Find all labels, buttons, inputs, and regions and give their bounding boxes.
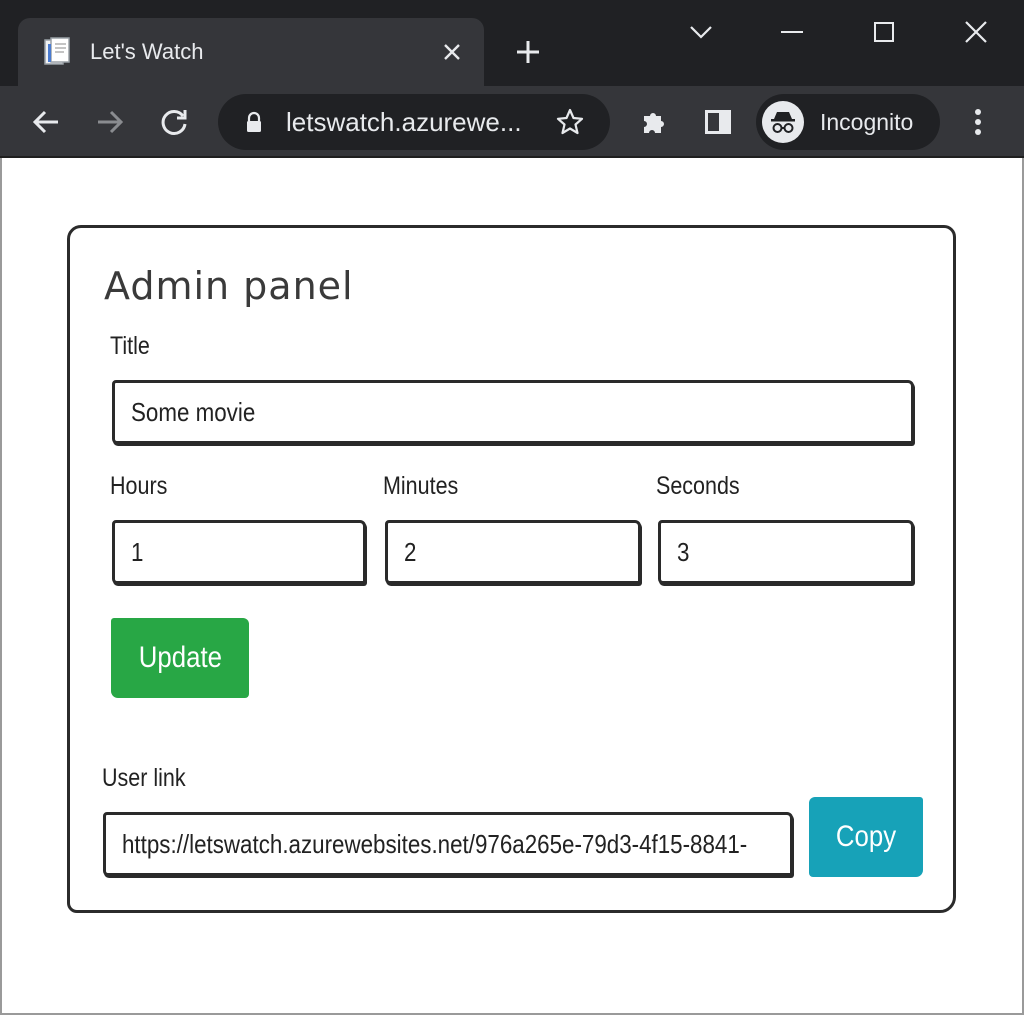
reload-icon[interactable]	[152, 100, 196, 144]
copy-button[interactable]: Copy	[809, 797, 923, 877]
arrow-left-icon[interactable]	[24, 100, 68, 144]
update-button-label: Update	[138, 641, 222, 674]
minutes-field[interactable]: 2	[385, 520, 641, 584]
seconds-value[interactable]: 3	[677, 537, 689, 568]
user-link-field[interactable]: https://letswatch.azurewebsites.net/976a…	[103, 812, 793, 876]
hours-field[interactable]: 1	[112, 520, 366, 584]
plus-icon[interactable]	[510, 34, 546, 70]
incognito-icon	[762, 101, 804, 143]
update-button[interactable]: Update	[111, 618, 249, 698]
hours-value[interactable]: 1	[131, 537, 143, 568]
chevron-down-icon[interactable]	[677, 10, 725, 54]
page-title: Admin panel	[104, 264, 354, 308]
minutes-value[interactable]: 2	[404, 537, 416, 568]
close-icon[interactable]	[438, 38, 466, 66]
user-link-label: User link	[102, 764, 186, 792]
tab-title: Let's Watch	[90, 39, 204, 64]
seconds-label: Seconds	[656, 472, 740, 500]
title-value[interactable]: Some movie	[131, 397, 255, 428]
seconds-field[interactable]: 3	[658, 520, 914, 584]
kebab-menu-icon[interactable]	[956, 100, 1000, 144]
title-field[interactable]: Some movie	[112, 380, 914, 444]
url-text[interactable]: letswatch.azurewe...	[286, 107, 522, 137]
user-link-value[interactable]: https://letswatch.azurewebsites.net/976a…	[122, 829, 747, 860]
address-bar[interactable]: letswatch.azurewe...	[218, 94, 610, 150]
incognito-profile-button[interactable]: Incognito	[756, 94, 940, 150]
document-stack-icon	[42, 36, 74, 68]
window-border-left	[0, 158, 2, 1015]
puzzle-icon[interactable]	[632, 100, 676, 144]
browser-tab[interactable]: Let's Watch	[18, 18, 484, 86]
close-icon[interactable]	[952, 10, 1000, 54]
maximize-icon[interactable]	[860, 10, 908, 54]
arrow-right-icon[interactable]	[88, 100, 132, 144]
minutes-label: Minutes	[383, 472, 459, 500]
browser-toolbar: letswatch.azurewe... Incognito	[0, 86, 1024, 158]
side-panel-icon[interactable]	[696, 100, 740, 144]
title-label: Title	[110, 332, 150, 360]
star-icon[interactable]	[552, 104, 588, 140]
minimize-icon[interactable]	[768, 10, 816, 54]
lock-icon[interactable]	[242, 110, 266, 134]
incognito-label: Incognito	[820, 109, 914, 135]
browser-titlebar: Let's Watch	[0, 0, 1024, 86]
hours-label: Hours	[110, 472, 168, 500]
admin-panel: Admin panel Title Some movie Hours 1 Min…	[67, 225, 956, 913]
copy-button-label: Copy	[835, 820, 897, 853]
